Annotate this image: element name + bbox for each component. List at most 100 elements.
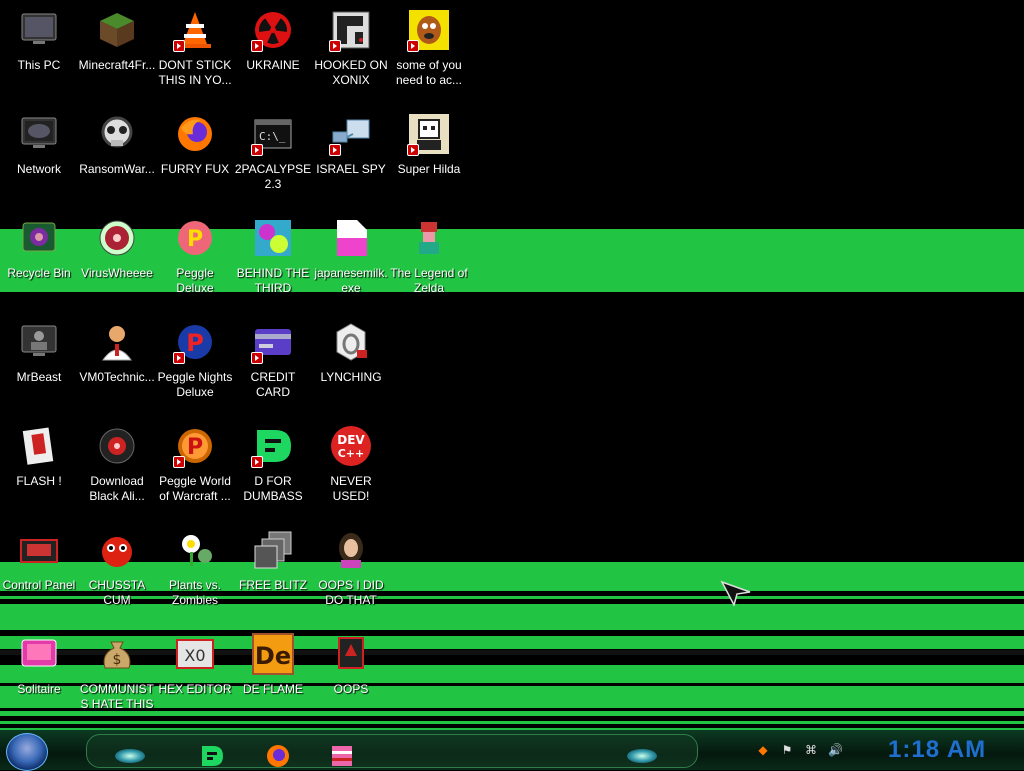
desktop-icon-peggle-wow[interactable]: P Peggle World of Warcraft ...	[156, 416, 234, 516]
robot-eye-icon	[93, 422, 141, 470]
svg-text:C++: C++	[338, 447, 365, 460]
desktop-icon-credit-card-checker[interactable]: CREDIT CARD CHECKER	[234, 312, 312, 412]
icon-label: FURRY FUX	[160, 162, 230, 176]
icon-label: CREDIT CARD CHECKER	[250, 370, 296, 399]
mouse-cursor-icon	[720, 580, 751, 606]
desktop-icon-japanesemilk[interactable]: japanesemilk.exe	[312, 208, 390, 308]
flash-card-icon	[15, 422, 63, 470]
icon-label: some of you need to ac...	[395, 58, 463, 87]
icon-label: Control Panel	[2, 578, 76, 592]
desktop-icon-chussta[interactable]: CHUSSTA CUM	[78, 520, 156, 620]
desktop-icon-vm0technic[interactable]: VM0Technic...	[78, 312, 156, 412]
colorful-art-icon	[249, 214, 297, 262]
desktop-icon-israel-spy[interactable]: ISRAEL SPY	[312, 104, 390, 204]
desktop-icon-peggle-nights[interactable]: P Peggle Nights Deluxe	[156, 312, 234, 412]
desktop-icon-dont-stick[interactable]: DONT STICK THIS IN YO...	[156, 0, 234, 100]
person-icon	[15, 318, 63, 366]
oval-glow-icon	[627, 749, 657, 763]
firefox-icon	[171, 110, 219, 158]
icon-label: This PC	[17, 58, 61, 72]
desktop-icon-hooked-on-xonix[interactable]: HOOKED ON XONIX	[312, 0, 390, 100]
icon-label: Peggle Nights Deluxe	[157, 370, 233, 399]
flower-icon	[171, 526, 219, 574]
cartoon-dog-icon	[405, 6, 453, 54]
firefox-icon	[267, 745, 289, 767]
icon-label: Download Black Ali...	[89, 474, 145, 503]
icon-label: OOPS I DID DO THAT	[318, 578, 384, 607]
svg-text:De: De	[255, 642, 291, 670]
hex-editor-icon: X0	[171, 630, 219, 678]
icon-label: FREE BLITZ	[238, 578, 307, 592]
icon-label: Minecraft4Fr...	[78, 58, 156, 72]
d-logo-icon	[249, 422, 297, 470]
red-card-icon	[327, 630, 375, 678]
desktop-icon-this-pc[interactable]: This PC	[0, 0, 78, 100]
noose-icon	[327, 318, 375, 366]
desktop-icon-peggle-deluxe[interactable]: P Peggle Deluxe	[156, 208, 234, 308]
desktop-icon-communists[interactable]: $ COMMUNISTS HATE THIS e...	[78, 624, 156, 724]
svg-text:P: P	[187, 227, 203, 252]
desktop-icon-oops-i-did[interactable]: OOPS I DID DO THAT	[312, 520, 390, 620]
taskbar-item-pixel-app[interactable]	[327, 743, 357, 769]
desktop-icon-viruswheeee[interactable]: VirusWheeee	[78, 208, 156, 308]
desktop-icon-recycle-bin[interactable]: Recycle Bin	[0, 208, 78, 308]
money-bag-icon: $	[93, 630, 141, 678]
desktop-icon-d-for-dumbass[interactable]: D FOR DUMBASS	[234, 416, 312, 516]
volume-icon[interactable]: 🔊	[828, 743, 843, 757]
desktop-icon-2pacalypse[interactable]: C:\_ 2PACALYPSE 2.3	[234, 104, 312, 204]
icon-label: BEHIND THE THIRD DUNGEON	[236, 266, 310, 295]
desktop-icon-control-panel[interactable]: Control Panel	[0, 520, 78, 620]
desktop-icon-lynching[interactable]: LYNCHING	[312, 312, 390, 412]
virus-wheel-icon	[93, 214, 141, 262]
portrait-icon	[327, 526, 375, 574]
svg-text:$: $	[113, 652, 122, 668]
desktop-icon-furry-fux[interactable]: FURRY FUX	[156, 104, 234, 204]
icon-label: Plants vs. Zombies	[168, 578, 222, 607]
desktop-icon-minecraft[interactable]: Minecraft4Fr...	[78, 0, 156, 100]
taskbar-item-d-app[interactable]	[197, 743, 227, 769]
doctor-icon	[93, 318, 141, 366]
xonix-game-icon	[327, 6, 375, 54]
desktop-icon-hex-editor[interactable]: X0 HEX EDITOR	[156, 624, 234, 724]
desktop-icon-oops[interactable]: OOPS	[312, 624, 390, 724]
icon-label: Peggle Deluxe	[176, 266, 214, 295]
desktop-icon-black-alien[interactable]: Download Black Ali...	[78, 416, 156, 516]
icon-label: VirusWheeee	[81, 266, 153, 280]
taskbar-pinned-area	[86, 734, 698, 768]
stacked-windows-icon	[249, 526, 297, 574]
command-prompt-icon: C:\_	[249, 110, 297, 158]
taskbar-item-oval[interactable]	[115, 743, 145, 769]
desktop-icon-network[interactable]: Network	[0, 104, 78, 204]
icon-label: DE FLAME	[242, 682, 303, 696]
peggle-nights-icon: P	[171, 318, 219, 366]
taskbar-item-oval-right[interactable]	[627, 743, 657, 769]
desktop-icon-ransomware[interactable]: RansomWar...	[78, 104, 156, 204]
pink-device-icon	[15, 630, 63, 678]
icon-label: HEX EDITOR	[158, 682, 232, 696]
desktop-icon-pvz[interactable]: Plants vs. Zombies	[156, 520, 234, 620]
tray-app-icon[interactable]: ◆	[756, 743, 770, 757]
taskbar-clock[interactable]: 1:18 AM	[888, 735, 998, 765]
desktop-icon-super-hilda[interactable]: Super Hilda	[390, 104, 468, 204]
desktop-icon-some-of-you[interactable]: some of you need to ac...	[390, 0, 468, 100]
desktop-icon-legend[interactable]: The Legend of Zelda	[390, 208, 468, 308]
desktop-icon-solitaire[interactable]: Solitaire	[0, 624, 78, 724]
desktop-icon-ukraine[interactable]: UKRAINE	[234, 0, 312, 100]
start-orb-icon[interactable]	[6, 733, 48, 771]
red-creature-icon	[93, 526, 141, 574]
taskbar-item-firefox[interactable]	[263, 743, 293, 769]
flag-icon[interactable]: ⚑	[780, 743, 794, 757]
peggle-wow-icon: P	[171, 422, 219, 470]
radiation-icon	[249, 6, 297, 54]
desktop-icon-free-blitz[interactable]: FREE BLITZ	[234, 520, 312, 620]
d-app-icon	[202, 746, 223, 766]
icon-label: Network	[16, 162, 61, 176]
desktop-icon-behind-third-dungeon[interactable]: BEHIND THE THIRD DUNGEON	[234, 208, 312, 308]
desktop-icon-mrbeast[interactable]: MrBeast	[0, 312, 78, 412]
desktop-icon-never-used[interactable]: DEV C++ NEVER USED!	[312, 416, 390, 516]
desktop-icon-de-flame[interactable]: De DE FLAME	[234, 624, 312, 724]
desktop-icon-flash[interactable]: FLASH !	[0, 416, 78, 516]
control-panel-icon	[15, 526, 63, 574]
pixel-character-icon	[405, 214, 453, 262]
network-icon[interactable]: ⌘	[804, 743, 818, 757]
